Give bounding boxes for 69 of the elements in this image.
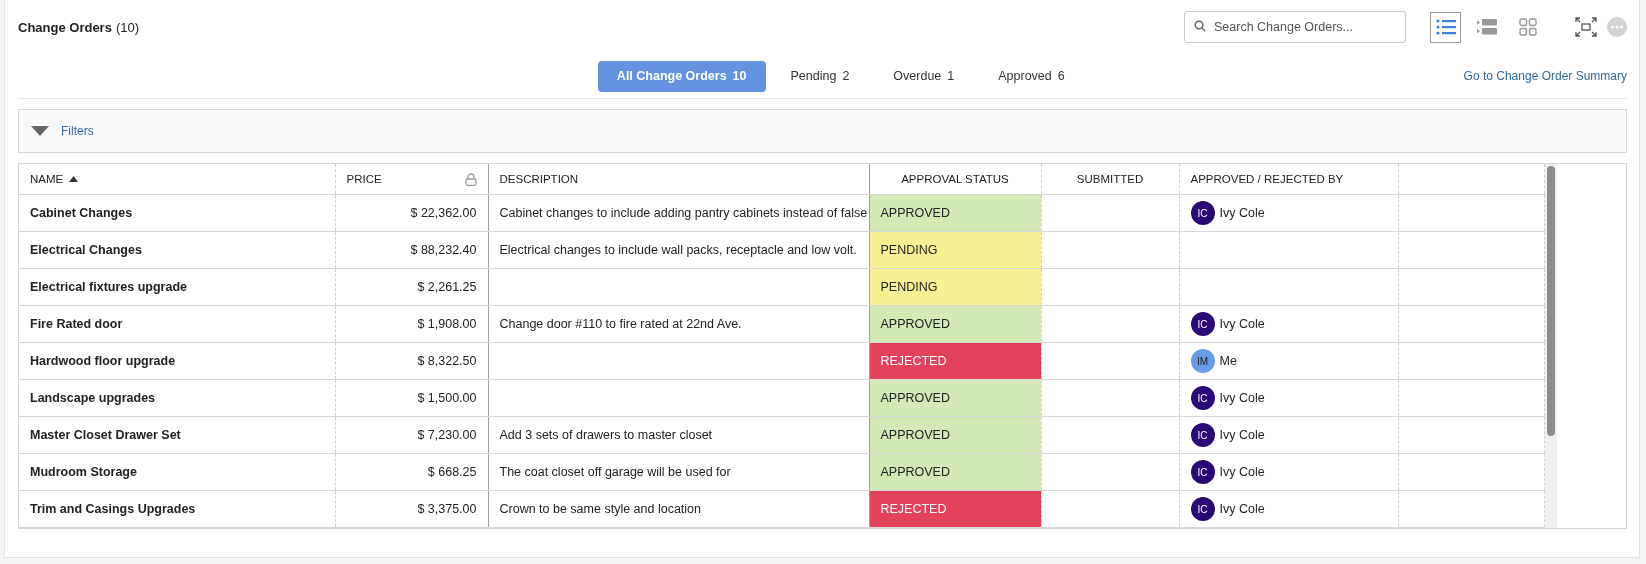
list-view-icon xyxy=(1435,19,1456,35)
description-cell: Electrical changes to include wall packs, receptacle and low volt. xyxy=(499,243,857,257)
approver-name: Ivy Cole xyxy=(1219,206,1265,220)
name-cell[interactable]: Electrical fixtures upgrade xyxy=(30,280,187,294)
status-cell: APPROVED xyxy=(869,416,1041,454)
name-cell[interactable]: Electrical Changes xyxy=(30,243,142,257)
filter-tab[interactable]: Approved 6 xyxy=(979,60,1084,92)
description-cell: The coat closet off garage will be used for xyxy=(499,465,731,479)
avatar: IC xyxy=(1190,460,1215,484)
price-cell: $ 8,322.50 xyxy=(417,354,477,368)
approver-name: Ivy Cole xyxy=(1219,428,1265,442)
search-field[interactable]: Search Change Orders... xyxy=(1184,11,1406,43)
status-cell: APPROVED xyxy=(869,194,1041,232)
price-cell: $ 2,261.25 xyxy=(417,280,477,294)
grid-view-icon xyxy=(1518,18,1537,36)
page-title: Change Orders xyxy=(18,19,112,35)
name-cell[interactable]: Trim and Casings Upgrades xyxy=(30,502,196,516)
approver-name: Ivy Cole xyxy=(1219,317,1265,331)
avatar: IC xyxy=(1190,386,1215,410)
price-cell: $ 22,362.00 xyxy=(410,206,477,220)
status-cell: REJECTED xyxy=(869,490,1041,528)
approver-name: Ivy Cole xyxy=(1219,465,1265,479)
scrollbar-thumb[interactable] xyxy=(1546,166,1555,436)
status-cell: APPROVED xyxy=(869,305,1041,343)
price-cell: $ 3,375.00 xyxy=(417,502,477,516)
description-cell: Change door #110 to fire rated at 22nd Ave. xyxy=(499,317,742,331)
more-options-icon[interactable] xyxy=(1607,17,1627,37)
approver-name: Ivy Cole xyxy=(1219,502,1265,516)
name-cell[interactable]: Hardwood floor upgrade xyxy=(30,354,176,368)
approver-name: Me xyxy=(1219,354,1237,368)
avatar: IC xyxy=(1190,201,1215,225)
avatar: IC xyxy=(1190,312,1215,336)
description-cell: Crown to be same style and location xyxy=(499,502,701,516)
filter-tab[interactable]: Pending 2 xyxy=(771,60,869,92)
status-cell: APPROVED xyxy=(869,453,1041,491)
avatar: IC xyxy=(1190,423,1215,447)
price-cell: $ 88,232.40 xyxy=(410,243,477,257)
avatar: IC xyxy=(1190,497,1215,521)
price-cell: $ 1,908.00 xyxy=(417,317,477,331)
description-cell: Add 3 sets of drawers to master closet xyxy=(499,428,713,442)
row-list-icon xyxy=(1476,19,1497,35)
name-cell[interactable]: Cabinet Changes xyxy=(30,206,133,220)
name-cell[interactable]: Master Closet Drawer Set xyxy=(30,428,181,442)
summary-link[interactable]: Go to Change Order Summary xyxy=(1463,69,1627,83)
column-header[interactable]: PRICE xyxy=(346,173,382,185)
column-header[interactable]: APPROVED / REJECTED BY xyxy=(1190,173,1344,185)
price-cell: $ 7,230.00 xyxy=(417,428,477,442)
filters-bar[interactable]: Filters xyxy=(18,109,1627,153)
price-cell: $ 1,500.00 xyxy=(417,391,477,405)
fullscreen-icon[interactable] xyxy=(1575,17,1597,37)
view-toggle-button[interactable] xyxy=(1430,11,1461,43)
column-header[interactable]: NAME xyxy=(30,173,64,185)
name-cell[interactable]: Mudroom Storage xyxy=(30,465,137,479)
column-header[interactable]: DESCRIPTION xyxy=(499,173,579,185)
avatar: IM xyxy=(1190,349,1215,373)
price-cell: $ 668.25 xyxy=(427,465,477,479)
status-cell: PENDING xyxy=(869,268,1041,306)
filter-tab[interactable]: Overdue 1 xyxy=(874,60,974,92)
approver-name: Ivy Cole xyxy=(1219,391,1265,405)
name-cell[interactable]: Landscape upgrades xyxy=(30,391,156,405)
column-header[interactable]: SUBMITTED xyxy=(1076,173,1144,185)
status-cell: APPROVED xyxy=(869,379,1041,417)
status-cell: PENDING xyxy=(869,231,1041,269)
order-count: (10) xyxy=(115,19,140,35)
description-cell: Cabinet changes to include adding pantry cabinets instead of false xyxy=(499,206,868,220)
filters-label: Filters xyxy=(61,124,94,138)
status-cell: REJECTED xyxy=(869,342,1041,380)
column-header[interactable]: APPROVAL STATUS xyxy=(901,173,1009,185)
name-cell[interactable]: Fire Rated door xyxy=(30,317,123,331)
